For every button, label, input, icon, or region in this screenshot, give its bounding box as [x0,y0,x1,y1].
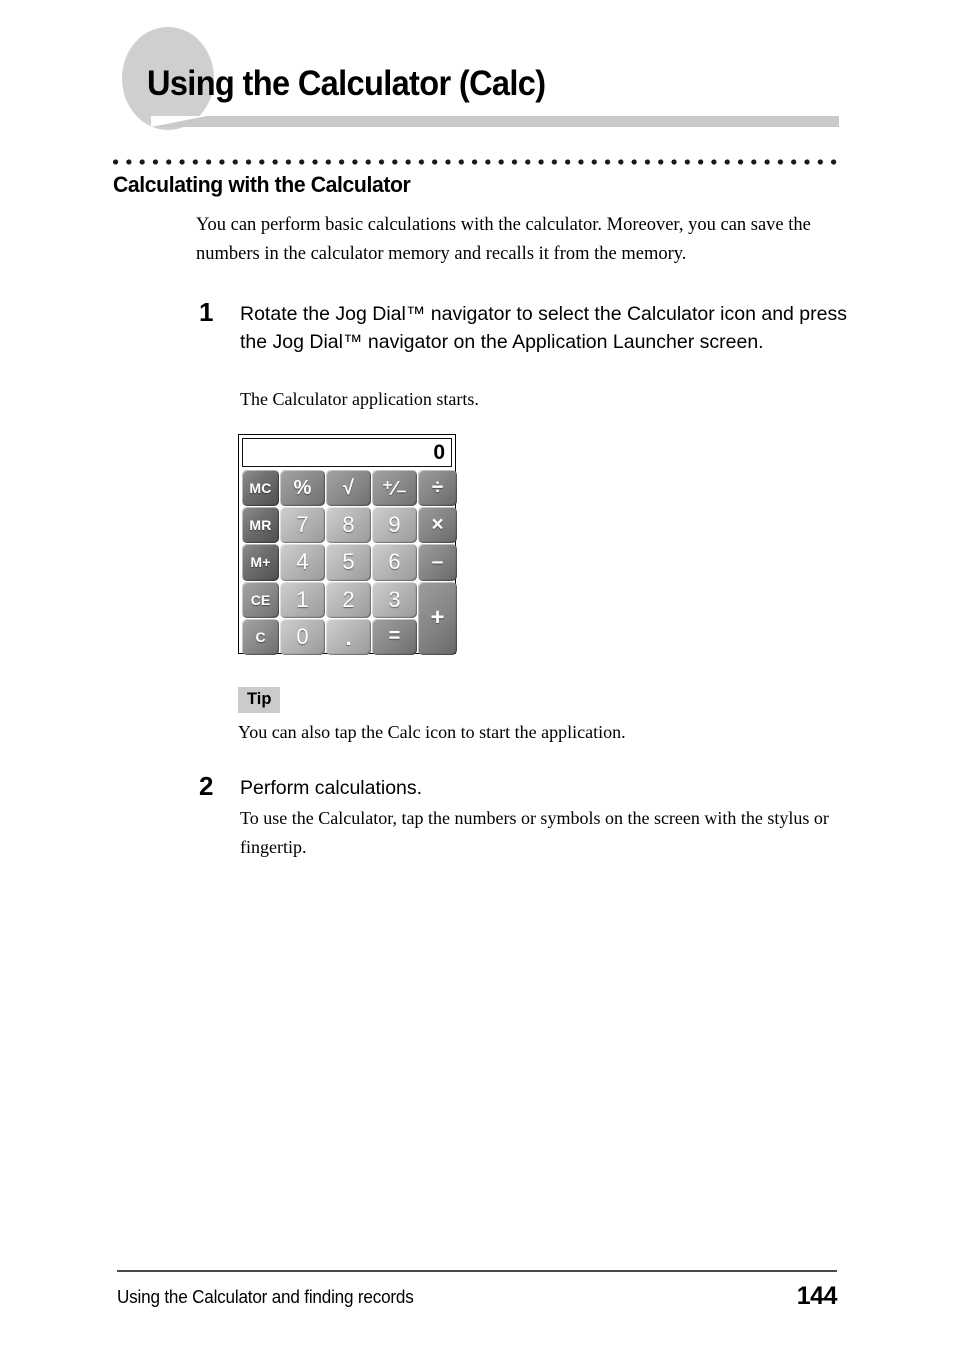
section-title: Calculating with the Calculator [113,172,411,197]
page-title: Using the Calculator (Calc) [147,64,546,103]
calc-key-equals[interactable]: = [372,618,417,655]
calc-key-7[interactable]: 7 [280,507,325,544]
calc-key-9[interactable]: 9 [372,507,417,544]
tip-text: You can also tap the Calc icon to start … [238,722,626,742]
calc-key-memory-clear[interactable]: MC [242,470,279,507]
footer-rule [117,1270,837,1272]
header-decoration-bar [151,116,839,127]
page-header: Using the Calculator (Calc) [0,0,954,140]
calc-key-divide[interactable]: ÷ [418,470,457,507]
calc-key-2[interactable]: 2 [326,581,371,618]
step-1-number: 1 [199,297,214,327]
calc-key-clear-entry[interactable]: CE [242,581,279,618]
calc-key-plus[interactable]: + [418,581,457,655]
section-dotted-rule [113,159,837,165]
calculator-screenshot: 0 MC % √ ⁺⁄₋ ÷ MR 7 8 9 × M+ 4 5 6 – CE … [238,434,457,655]
calc-key-1[interactable]: 1 [280,581,325,618]
calc-key-plus-minus[interactable]: ⁺⁄₋ [372,470,417,507]
section-intro-paragraph: You can perform basic calculations with … [196,215,811,264]
calc-key-3[interactable]: 3 [372,581,417,618]
step-2-number: 2 [199,771,214,801]
calc-key-decimal[interactable]: . [326,618,371,655]
calculator-display: 0 [242,438,452,467]
calc-key-4[interactable]: 4 [280,544,325,581]
calculator-display-value: 0 [433,441,445,464]
calc-key-5[interactable]: 5 [326,544,371,581]
calc-key-0[interactable]: 0 [280,618,325,655]
footer-chapter-label: Using the Calculator and finding records [117,1287,414,1307]
step-1-heading: Rotate the Jog Dial™ navigator to select… [240,303,847,353]
step-2-heading: Perform calculations. [240,777,423,799]
step-2-body: To use the Calculator, tap the numbers o… [240,808,829,857]
tip-badge: Tip [238,687,281,713]
calc-key-memory-recall[interactable]: MR [242,507,279,544]
calc-key-memory-plus[interactable]: M+ [242,544,279,581]
calc-key-square-root[interactable]: √ [326,470,371,507]
calc-key-8[interactable]: 8 [326,507,371,544]
calc-key-clear[interactable]: C [242,618,279,655]
calc-key-percent[interactable]: % [280,470,325,507]
footer-page-number: 144 [796,1282,838,1310]
step-1-body: The Calculator application starts. [240,389,479,409]
calc-key-6[interactable]: 6 [372,544,417,581]
calculator-keypad: MC % √ ⁺⁄₋ ÷ MR 7 8 9 × M+ 4 5 6 – CE 1 … [242,470,457,655]
calc-key-multiply[interactable]: × [418,507,457,544]
calc-key-minus[interactable]: – [418,544,457,581]
